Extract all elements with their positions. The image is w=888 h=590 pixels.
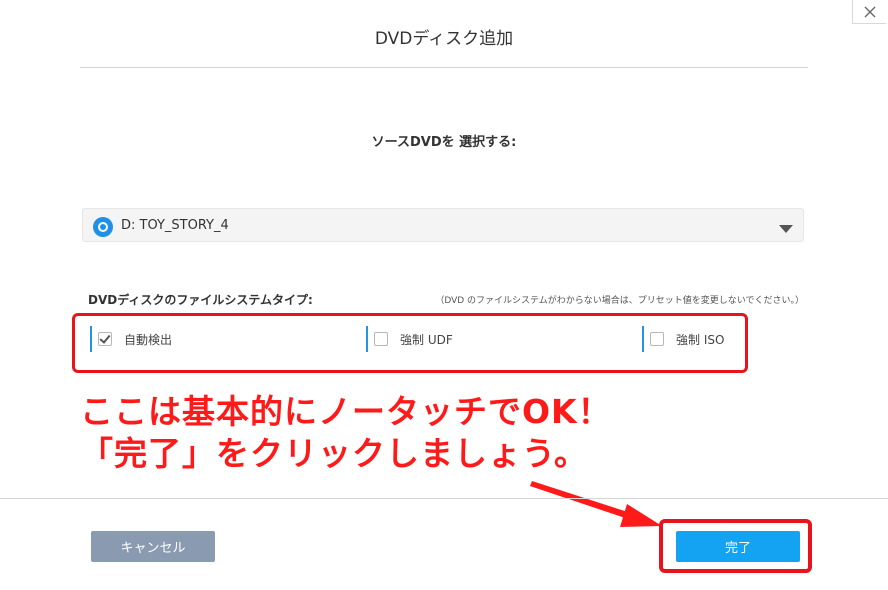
footer-divider bbox=[0, 498, 888, 499]
cancel-button[interactable]: キャンセル bbox=[91, 531, 215, 562]
add-dvd-dialog: DVDディスク追加 ソースDVDを 選択する: D: TOY_STORY_4 D… bbox=[0, 0, 888, 590]
done-button[interactable]: 完了 bbox=[676, 531, 800, 562]
annotation-arrow bbox=[530, 481, 662, 527]
